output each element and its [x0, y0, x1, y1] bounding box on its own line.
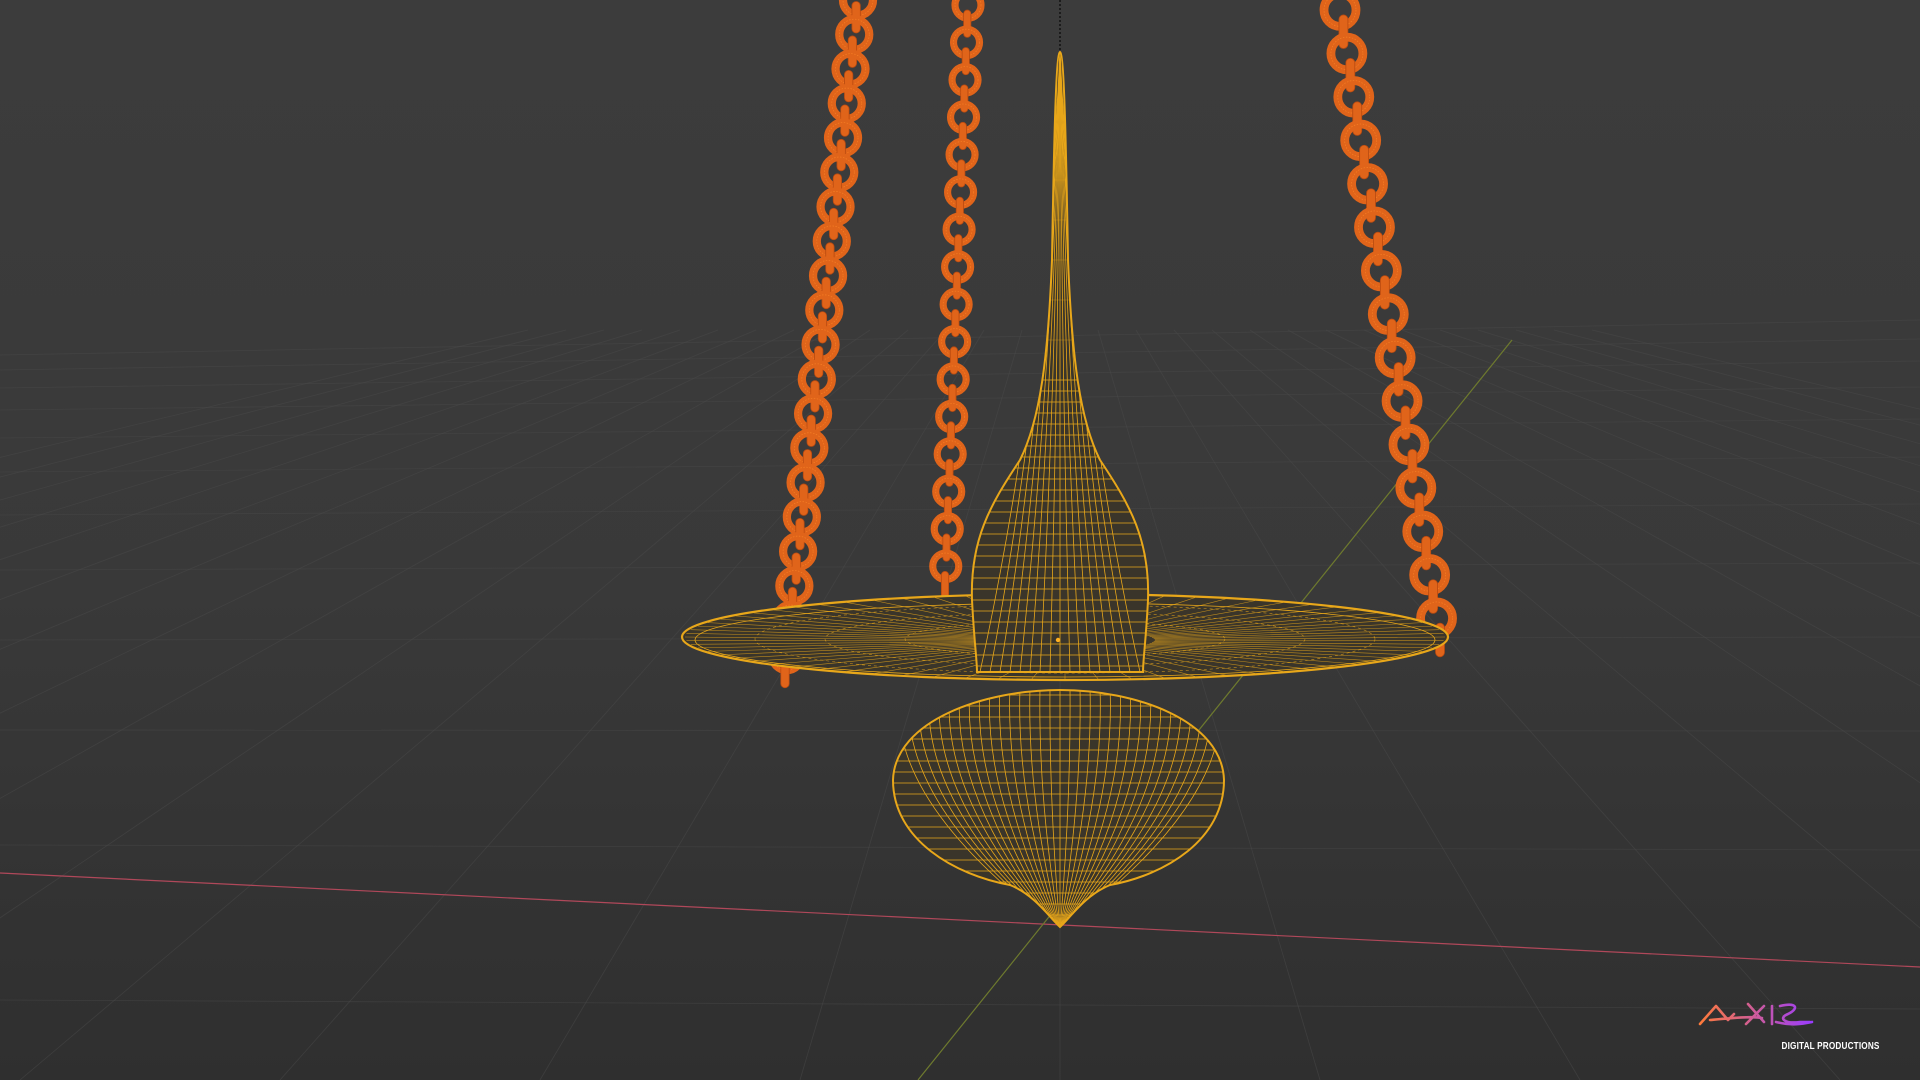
watermark-subtitle: DIGITAL PRODUCTIONS	[1781, 1041, 1880, 1052]
chain-middle[interactable]	[929, 0, 985, 600]
grid-line	[1439, 329, 1920, 493]
grid-line	[0, 329, 757, 650]
grid-line	[0, 503, 1920, 516]
grid-line	[0, 329, 871, 919]
grid-line	[0, 329, 567, 478]
grid-line	[0, 329, 833, 799]
grid-line	[1211, 329, 1920, 929]
chain-link	[940, 570, 950, 600]
grid-line	[0, 329, 795, 714]
grid-line	[539, 329, 985, 1080]
grid-line	[0, 329, 529, 458]
3d-viewport[interactable]: DIGITAL PRODUCTIONS	[0, 0, 1920, 1080]
grid-line	[1173, 329, 1841, 1080]
grid-line	[279, 329, 947, 1080]
grid-line	[1135, 329, 1581, 1080]
scene-canvas[interactable]	[0, 0, 1920, 1080]
floor-grid	[0, 319, 1920, 1080]
grid-line	[1287, 329, 1920, 687]
grid-line	[1515, 329, 1920, 445]
grid-line	[1401, 329, 1920, 525]
chain-right[interactable]	[1319, 0, 1457, 658]
chain-left[interactable]	[767, 0, 878, 689]
object-origin-dot	[1055, 637, 1061, 643]
grid-line	[19, 329, 909, 1080]
grid-line	[1363, 329, 1920, 566]
x-axis-line	[0, 872, 1920, 968]
grid-line	[0, 329, 605, 501]
grid-line	[0, 329, 719, 600]
grid-line	[0, 999, 1920, 1010]
grid-line	[0, 319, 1920, 356]
grid-line	[1591, 329, 1920, 410]
grid-line	[1477, 329, 1920, 467]
grid-line	[1249, 329, 1920, 784]
grid-line	[1553, 329, 1920, 426]
grid-line	[0, 329, 643, 528]
grid-line	[1325, 329, 1920, 618]
grid-line	[0, 329, 681, 561]
